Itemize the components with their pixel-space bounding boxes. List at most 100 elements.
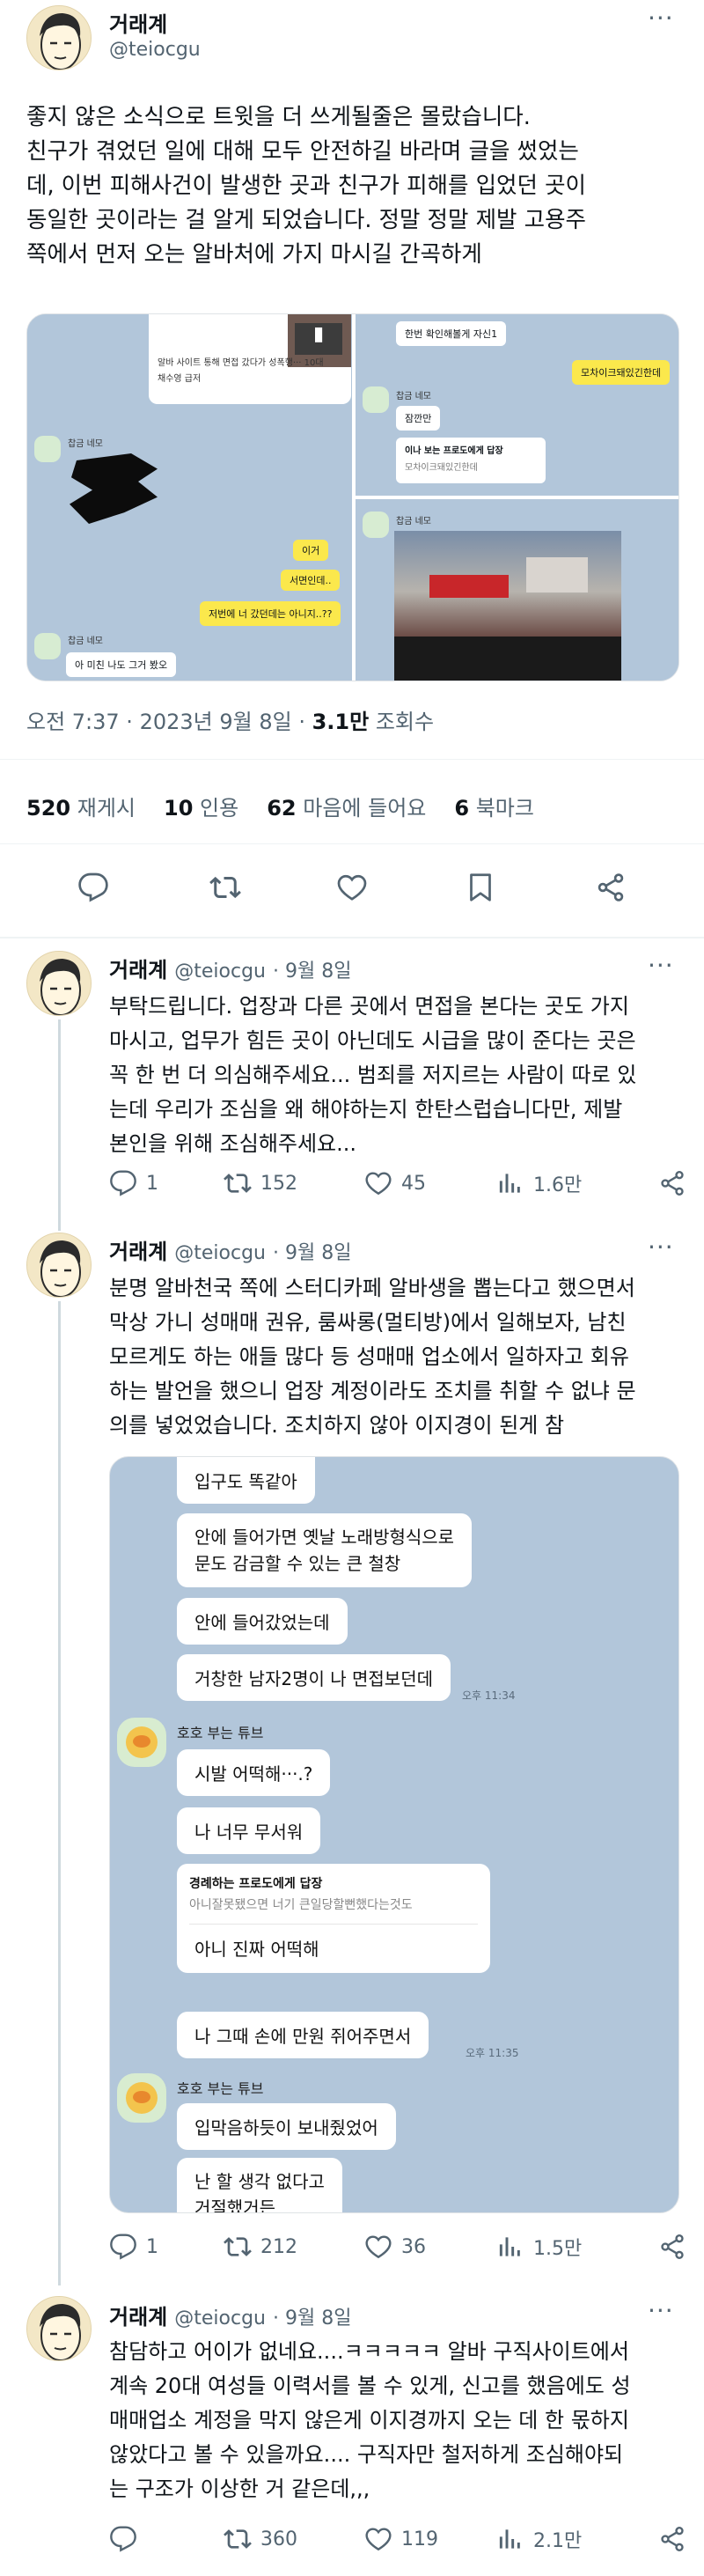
like-icon[interactable] <box>336 872 368 903</box>
stat-quotes[interactable]: 10 인용 <box>164 791 238 821</box>
chat-bubble-line: 난 할 생각 없다고 <box>194 2171 325 2192</box>
more-icon[interactable]: ··· <box>648 4 674 33</box>
chat-bubble: 거창한 남자2명이 나 면접보던데 <box>177 1654 451 1701</box>
retweet-button[interactable]: 360 <box>224 2525 297 2553</box>
chat-bubble: 안에 들어가면 옛날 노래방형식으로 문도 감금할 수 있는 큰 철창 <box>177 1513 473 1587</box>
news-card-title: 알바 사이트 통해 면접 갔다가 성폭행··· 10대 <box>158 358 324 368</box>
reply-text: 부탁드립니다. 업장과 다른 곳에서 면접을 본다는 곳도 가지 마시고, 업무… <box>109 990 690 1161</box>
media-image-3[interactable]: 찹금 네모 <box>356 499 678 681</box>
share-icon[interactable] <box>595 872 627 903</box>
author-name[interactable]: 거래계 <box>109 1234 167 1265</box>
retweet-count: 152 <box>260 1172 297 1195</box>
stat-reposts[interactable]: 520 재게시 <box>26 791 136 821</box>
share-icon[interactable] <box>658 2233 686 2261</box>
reply-text-line: 분명 알바천국 쪽에 스터디카페 알바생을 뽑는다고 했으면서 <box>109 1276 635 1300</box>
avatar[interactable] <box>26 1233 92 1298</box>
retweet-button[interactable]: 212 <box>224 2233 297 2261</box>
like-icon[interactable] <box>364 2233 392 2261</box>
divider <box>0 937 704 938</box>
chat-bubble: 서면인데.. <box>281 570 341 591</box>
reply-text-line: 매매업소 계정을 막지 않은게 이지경까지 오는 데 한 몫하지 <box>109 2408 629 2432</box>
author-handle[interactable]: @teiocgu <box>109 39 201 61</box>
quote-bubble: 경례하는 프로도에게 답장 아니잘못됐으면 너기 큰일당할뻔했다는것도 아니 진… <box>177 1864 490 1973</box>
chat-timestamp: 오후 11:35 <box>466 2047 519 2059</box>
views-icon[interactable] <box>496 2233 524 2261</box>
retweet-icon[interactable] <box>224 1169 252 1197</box>
reply-button[interactable] <box>109 2525 146 2553</box>
reply-icon[interactable] <box>109 2525 137 2553</box>
reply-date[interactable]: · 9월 8일 <box>273 955 351 983</box>
retweet-icon[interactable] <box>209 872 241 903</box>
retweet-button[interactable]: 152 <box>224 1169 297 1197</box>
reply-text-line: 막상 가니 성매매 권유, 룸싸롱(멀티방)에서 일해보자, 남친 <box>109 1310 627 1335</box>
author-name[interactable]: 거래계 <box>109 953 167 983</box>
reply-text-line: 의를 넣었었습니다. 조치하지 않아 이지경이 된게 참 <box>109 1413 565 1438</box>
chat-bubble: 입구도 똑같아 <box>177 1457 315 1504</box>
reply-icon[interactable] <box>77 872 109 903</box>
reply-text-line: 마시고, 업무가 힘든 곳이 아닌데도 시급을 많이 준다는 곳은 <box>109 1028 636 1053</box>
news-card-sub: 채수영 급저 <box>158 374 202 384</box>
avatar[interactable] <box>26 2296 92 2361</box>
author-handle[interactable]: @teiocgu <box>174 960 266 983</box>
reply-button[interactable]: 1 <box>109 2233 158 2261</box>
avatar[interactable] <box>26 5 92 70</box>
shop-sign <box>429 575 509 598</box>
reply-date[interactable]: · 9월 8일 <box>273 1237 351 1265</box>
reply-text-line: 부탁드립니다. 업장과 다른 곳에서 면접을 본다는 곳도 가지 <box>109 994 629 1019</box>
bookmark-icon[interactable] <box>465 872 496 903</box>
news-photo-sign: ▮ <box>295 323 342 355</box>
share-icon[interactable] <box>658 1169 686 1197</box>
retweet-count: 360 <box>260 2528 297 2550</box>
like-button[interactable]: 119 <box>364 2525 438 2553</box>
author-name[interactable]: 거래계 <box>109 7 167 38</box>
profile-icon <box>363 512 389 538</box>
divider <box>0 843 704 844</box>
views-icon[interactable] <box>496 1169 524 1197</box>
profile-icon <box>34 436 61 462</box>
retweet-icon[interactable] <box>224 2525 252 2553</box>
avatar[interactable] <box>26 951 92 1016</box>
author-handle[interactable]: @teiocgu <box>174 1242 266 1264</box>
views-count: 3.1만 <box>312 710 370 734</box>
views-button[interactable]: 1.6만 <box>496 1169 582 1197</box>
sender-name: 찹금 네모 <box>396 517 431 526</box>
tweet-text-line: 쪽에서 먼저 오는 알바처에 가지 마시길 간곡하게 <box>26 241 482 268</box>
view-count: 2.1만 <box>533 2530 583 2552</box>
views-button[interactable]: 2.1만 <box>496 2525 582 2553</box>
tweet-media[interactable]: ▮ 알바 사이트 통해 면접 갔다가 성폭행··· 10대 채수영 급저 찹금 … <box>26 313 679 681</box>
quote-divider <box>189 1924 478 1925</box>
street <box>394 637 621 681</box>
author-handle[interactable]: @teiocgu <box>174 2307 266 2329</box>
retweet-icon[interactable] <box>224 2233 252 2261</box>
like-icon[interactable] <box>364 2525 392 2553</box>
reply-date[interactable]: · 9월 8일 <box>273 2302 351 2330</box>
like-button[interactable]: 36 <box>364 2233 426 2261</box>
views-button[interactable]: 1.5만 <box>496 2233 582 2261</box>
reply-text-line: 꼭 한 번 더 의심해주세요... 범죄를 저지르는 사람이 따로 있 <box>109 1063 637 1087</box>
reply-icon[interactable] <box>109 2233 137 2261</box>
share-icon[interactable] <box>658 2525 686 2553</box>
reply-text-line: 하는 발언을 했으니 업장 계정이라도 조치를 취할 수 없냐 문 <box>109 1379 636 1403</box>
author-name[interactable]: 거래계 <box>109 2300 167 2330</box>
chat-bubble: 아 미친 나도 그거 봤오 <box>66 652 177 677</box>
reply-actions: 1 152 45 1.6만 <box>109 1169 690 1204</box>
reply-media-chat[interactable]: 입구도 똑같아 안에 들어가면 옛날 노래방형식으로 문도 감금할 수 있는 큰… <box>109 1456 679 2213</box>
more-icon[interactable]: ··· <box>648 951 674 980</box>
like-button[interactable]: 45 <box>364 1169 426 1197</box>
more-icon[interactable]: ··· <box>648 2296 674 2325</box>
chat-bubble: 난 할 생각 없다고 거절했거든 <box>177 2158 342 2212</box>
like-icon[interactable] <box>364 1169 392 1197</box>
media-image-1[interactable]: ▮ 알바 사이트 통해 면접 갔다가 성폭행··· 10대 채수영 급저 찹금 … <box>27 314 352 681</box>
stat-bookmarks[interactable]: 6 북마크 <box>454 791 534 821</box>
chat-bubble: 한번 확인해볼게 자신1 <box>396 321 507 346</box>
tweet-timestamp[interactable]: 오전 7:37 · 2023년 9월 8일 · <box>26 710 312 734</box>
chat-bubble: 이거 <box>293 540 329 561</box>
stat-likes[interactable]: 62 마음에 들어요 <box>267 791 426 821</box>
reply-icon[interactable] <box>109 1169 137 1197</box>
views-icon[interactable] <box>496 2525 524 2553</box>
action-bar <box>0 863 704 916</box>
quote-title: 경례하는 프로도에게 답장 <box>189 1877 323 1891</box>
media-image-2[interactable]: 한번 확인해볼게 자신1 모차이크돼있긴한데 찹금 네모 잠깐만 이나 보는 프… <box>356 314 678 496</box>
more-icon[interactable]: ··· <box>648 1233 674 1262</box>
reply-button[interactable]: 1 <box>109 1169 158 1197</box>
